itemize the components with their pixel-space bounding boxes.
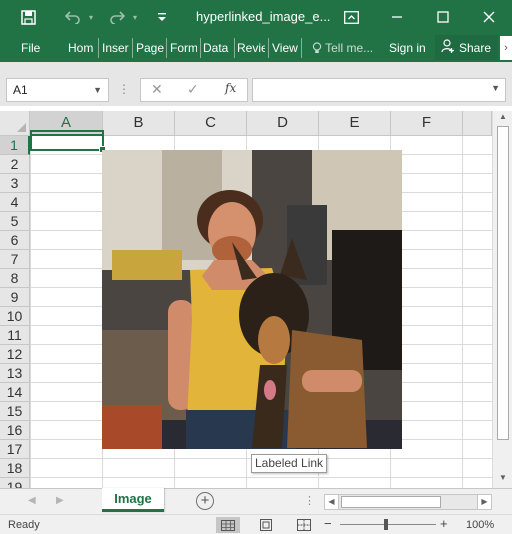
row-header-15[interactable]: 15 <box>0 402 30 421</box>
name-box[interactable]: A1 ▼ <box>6 78 109 102</box>
next-sheet-icon[interactable]: ▶ <box>56 495 64 506</box>
tab-divider <box>301 38 302 58</box>
zoom-slider-thumb[interactable] <box>384 519 388 530</box>
select-all-button[interactable] <box>0 111 30 136</box>
horizontal-scroll-thumb[interactable] <box>341 496 441 508</box>
scroll-up-icon[interactable]: ▲ <box>497 112 509 124</box>
share-label: Share <box>459 40 492 55</box>
zoom-slider-track[interactable] <box>340 524 436 525</box>
tab-insert[interactable]: Inser <box>102 40 130 56</box>
row-header-13[interactable]: 13 <box>0 364 30 383</box>
ribbon-tabs: File Hom Inser Page Form Data Revie View… <box>0 34 512 62</box>
zoom-level[interactable]: 100% <box>466 519 494 531</box>
row-header-1[interactable]: 1 <box>0 136 30 155</box>
status-bar: Ready − + 100% <box>0 514 512 534</box>
tab-view[interactable]: View <box>272 40 299 56</box>
row-header-5[interactable]: 5 <box>0 212 30 231</box>
tab-formulas[interactable]: Form <box>170 40 197 56</box>
cancel-icon[interactable]: ✕ <box>151 81 163 98</box>
horizontal-scrollbar[interactable]: ◀ ▶ <box>324 494 492 510</box>
column-header-d[interactable]: D <box>247 111 319 136</box>
row-header-8[interactable]: 8 <box>0 269 30 288</box>
column-header-f[interactable]: F <box>391 111 463 136</box>
sign-in-link[interactable]: Sign in <box>389 40 426 56</box>
tab-divider <box>132 38 133 58</box>
page-layout-view-icon[interactable] <box>254 517 278 533</box>
column-header-partial[interactable] <box>463 111 492 136</box>
tell-me-label: Tell me... <box>325 41 374 55</box>
chevron-down-icon[interactable]: ▼ <box>93 79 102 101</box>
window-title: hyperlinked_image_e... <box>196 9 331 24</box>
page-break-preview-icon[interactable] <box>292 517 316 533</box>
save-icon[interactable] <box>17 6 39 28</box>
add-person-icon <box>441 39 455 56</box>
customize-quick-access-icon[interactable] <box>151 6 173 28</box>
tab-divider <box>200 38 201 58</box>
tab-divider <box>98 38 99 58</box>
row-header-18[interactable]: 18 <box>0 459 30 478</box>
undo-dropdown-icon[interactable]: ▾ <box>80 6 102 28</box>
row-header-12[interactable]: 12 <box>0 345 30 364</box>
title-bar: ▾ ▾ hyperlinked_image_e... <box>0 0 512 34</box>
tab-home[interactable]: Hom <box>68 40 94 56</box>
insert-function-icon[interactable]: fx <box>225 81 236 95</box>
tab-divider <box>268 38 269 58</box>
row-header-14[interactable]: 14 <box>0 383 30 402</box>
row-header-9[interactable]: 9 <box>0 288 30 307</box>
column-header-e[interactable]: E <box>319 111 391 136</box>
scroll-down-icon[interactable]: ▼ <box>497 473 509 485</box>
row-header-2[interactable]: 2 <box>0 155 30 174</box>
close-icon[interactable] <box>474 4 504 30</box>
previous-sheet-icon[interactable]: ◀ <box>28 495 36 506</box>
sheet-tab-image[interactable]: Image <box>102 488 164 512</box>
maximize-icon[interactable] <box>428 4 458 30</box>
formula-input[interactable]: ▼ <box>252 78 506 102</box>
sheet-tabs-bar: ◀ ▶ Image + ⋮ ◀ ▶ <box>0 488 512 514</box>
tell-me-box[interactable]: Tell me... <box>312 40 373 56</box>
enter-check-icon[interactable]: ✓ <box>187 81 199 98</box>
row-header-11[interactable]: 11 <box>0 326 30 345</box>
vertical-scrollbar[interactable]: ▲ ▼ <box>492 111 512 488</box>
expand-formula-bar-icon[interactable]: ▼ <box>491 83 500 93</box>
ribbon-scroll-right-icon[interactable]: › <box>500 36 512 60</box>
share-button[interactable]: Share <box>435 35 498 60</box>
tab-data[interactable]: Data <box>203 40 231 56</box>
row-header-7[interactable]: 7 <box>0 250 30 269</box>
ribbon-collapsed-area <box>0 62 512 74</box>
photo-man-with-dog <box>102 150 402 449</box>
ribbon-display-options-icon[interactable] <box>336 4 366 30</box>
scroll-left-icon[interactable]: ◀ <box>325 495 339 509</box>
tab-file[interactable]: File <box>21 40 40 56</box>
tab-divider <box>166 38 167 58</box>
tab-split-handle[interactable]: ⋮ <box>304 494 315 507</box>
formula-bar: A1 ▼ ⋮ ✕ ✓ fx ▼ <box>0 74 512 106</box>
zoom-in-icon[interactable]: + <box>440 516 448 531</box>
vertical-scroll-thumb[interactable] <box>497 126 509 440</box>
column-header-b[interactable]: B <box>103 111 175 136</box>
formula-buttons: ✕ ✓ fx <box>140 78 248 102</box>
formula-bar-resize-handle[interactable]: ⋮ <box>118 82 130 96</box>
row-header-17[interactable]: 17 <box>0 440 30 459</box>
normal-view-icon[interactable] <box>216 517 240 533</box>
tab-review[interactable]: Revie <box>237 40 265 56</box>
tab-page-layout[interactable]: Page <box>136 40 164 56</box>
row-header-6[interactable]: 6 <box>0 231 30 250</box>
hyperlink-tooltip: Labeled Link <box>251 454 328 473</box>
name-box-value: A1 <box>13 83 28 97</box>
minimize-icon[interactable] <box>382 4 412 30</box>
zoom-out-icon[interactable]: − <box>324 516 332 531</box>
linked-picture[interactable] <box>102 150 402 449</box>
row-header-3[interactable]: 3 <box>0 174 30 193</box>
add-sheet-icon[interactable]: + <box>196 492 214 510</box>
row-header-10[interactable]: 10 <box>0 307 30 326</box>
redo-dropdown-icon[interactable]: ▾ <box>124 6 146 28</box>
column-header-c[interactable]: C <box>175 111 247 136</box>
row-header-4[interactable]: 4 <box>0 193 30 212</box>
status-ready: Ready <box>8 519 40 531</box>
tab-divider <box>234 38 235 58</box>
active-cell-a1[interactable] <box>30 130 106 153</box>
scroll-right-icon[interactable]: ▶ <box>477 495 491 509</box>
lightbulb-icon <box>312 41 325 55</box>
row-header-16[interactable]: 16 <box>0 421 30 440</box>
